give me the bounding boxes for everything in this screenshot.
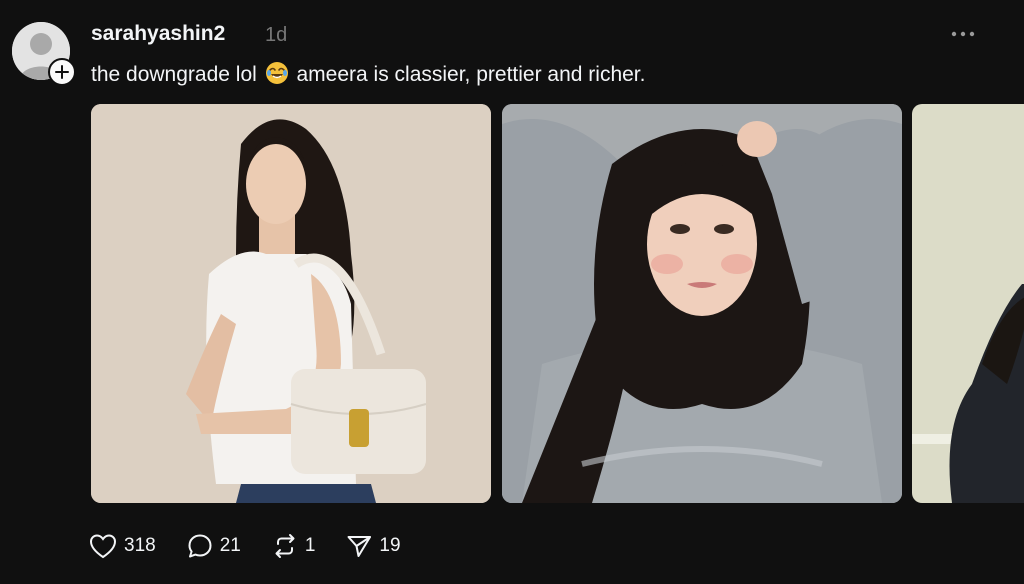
like-count: 318 bbox=[124, 535, 156, 556]
heart-icon bbox=[89, 534, 117, 559]
caption-text-start: the downgrade lol bbox=[91, 63, 257, 86]
rolling-on-floor-laughing-emoji-icon bbox=[265, 62, 288, 84]
comment-icon bbox=[188, 534, 212, 558]
plus-icon bbox=[55, 65, 69, 79]
more-icon bbox=[951, 31, 975, 37]
repost-count: 1 bbox=[304, 535, 316, 556]
share-button[interactable]: 19 bbox=[345, 530, 401, 562]
send-icon bbox=[347, 536, 372, 557]
repost-icon bbox=[275, 534, 295, 558]
post-image-1[interactable] bbox=[91, 104, 491, 503]
more-options-button[interactable] bbox=[948, 20, 978, 48]
reply-button[interactable]: 21 bbox=[186, 530, 241, 562]
share-count: 19 bbox=[379, 535, 401, 556]
post-caption: the downgrade lol ameera is classier, pr… bbox=[91, 61, 645, 87]
post-time: 1d bbox=[265, 24, 288, 46]
caption-text-end: ameera is classier, prettier and richer. bbox=[296, 63, 646, 86]
reply-count: 21 bbox=[219, 535, 241, 556]
like-button[interactable]: 318 bbox=[88, 530, 156, 562]
post-card: sarahyashin2 1d the downgrade lol ameera… bbox=[0, 0, 1024, 584]
post-image-3[interactable] bbox=[912, 104, 1024, 503]
photo-woman-white-top-handbag-icon bbox=[91, 104, 491, 503]
username[interactable]: sarahyashin2 bbox=[91, 22, 225, 46]
photo-partial-third-icon bbox=[912, 104, 1024, 503]
repost-button[interactable]: 1 bbox=[271, 530, 316, 562]
follow-button[interactable] bbox=[48, 58, 76, 86]
photo-woman-grey-sweatshirt-icon bbox=[502, 104, 902, 503]
post-image-2[interactable] bbox=[502, 104, 902, 503]
post-actions: 318 21 1 19 bbox=[88, 530, 431, 562]
